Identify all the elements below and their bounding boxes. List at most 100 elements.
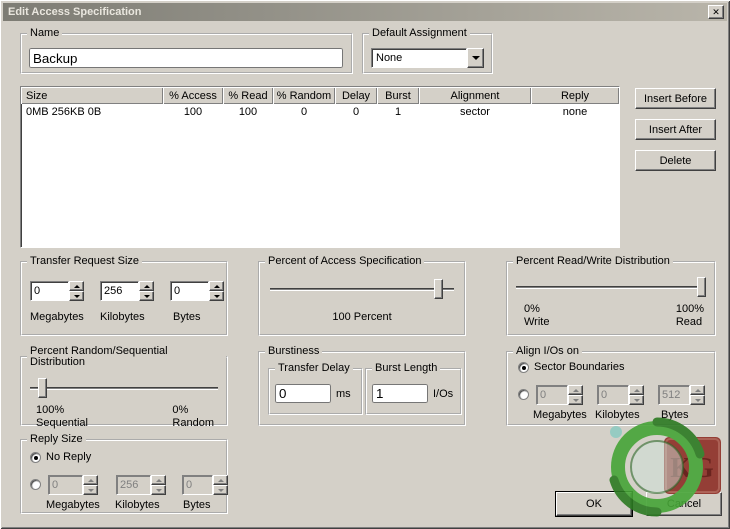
row-reply: none xyxy=(531,106,619,118)
name-group-label: Name xyxy=(27,28,62,39)
trs-kilobytes-spinner[interactable] xyxy=(100,281,154,301)
arrow-up-icon xyxy=(634,389,640,392)
spin-up-button xyxy=(568,385,583,395)
random-sequential-group: Percent Random/Sequential Distribution 1… xyxy=(20,346,228,426)
radio-button-icon[interactable] xyxy=(30,452,41,463)
read-write-left-label: 0%Write xyxy=(524,303,549,329)
arrow-up-icon xyxy=(156,479,162,482)
column-header-reply: Reply xyxy=(531,87,619,104)
spin-down-button[interactable] xyxy=(69,291,84,301)
spin-up-button[interactable] xyxy=(209,281,224,291)
slider-track[interactable] xyxy=(516,286,706,288)
reply-size-label: Reply Size xyxy=(27,434,86,445)
burst-length-group: Burst Length I/Os xyxy=(365,363,462,415)
align-megabytes-label: Megabytes xyxy=(533,409,587,421)
sector-boundaries-option[interactable]: Sector Boundaries xyxy=(518,361,625,373)
insert-after-button[interactable]: Insert After xyxy=(635,119,716,140)
trs-megabytes-input[interactable] xyxy=(30,281,69,301)
spin-up-button xyxy=(690,385,705,395)
access-spec-list[interactable]: Size % Access % Read % Random Delay Burs… xyxy=(20,86,620,248)
spin-up-button[interactable] xyxy=(69,281,84,291)
reply-bytes-input xyxy=(182,475,213,495)
burst-length-input[interactable] xyxy=(372,384,428,403)
spin-up-button xyxy=(629,385,644,395)
arrow-up-icon xyxy=(695,389,701,392)
read-write-slider[interactable] xyxy=(516,277,706,297)
arrow-down-icon xyxy=(695,399,701,402)
percent-access-slider[interactable] xyxy=(270,279,454,299)
spin-down-button xyxy=(151,485,166,495)
random-sequential-slider[interactable] xyxy=(30,378,218,398)
align-ios-label: Align I/Os on xyxy=(513,346,582,357)
transfer-request-size-label: Transfer Request Size xyxy=(27,256,142,267)
trs-bytes-input[interactable] xyxy=(170,281,209,301)
column-header-alignment: Alignment xyxy=(419,87,531,104)
random-sequential-right-label: 0%Random xyxy=(172,404,214,430)
no-reply-option[interactable]: No Reply xyxy=(30,451,91,463)
cancel-button[interactable]: Cancel xyxy=(646,492,722,516)
random-sequential-left-label: 100%Sequential xyxy=(36,404,88,430)
close-button[interactable]: ✕ xyxy=(708,5,724,19)
arrow-down-icon xyxy=(573,399,579,402)
arrow-up-icon xyxy=(74,285,80,288)
titlebar[interactable]: Edit Access Specification ✕ xyxy=(3,3,727,21)
row-alignment: sector xyxy=(419,106,531,118)
edit-access-specification-dialog: Edit Access Specification ✕ Name Default… xyxy=(0,0,730,529)
trs-kilobytes-label: Kilobytes xyxy=(100,311,145,323)
ok-button[interactable]: OK xyxy=(556,492,632,516)
percent-access-label: Percent of Access Specification xyxy=(265,256,424,267)
trs-bytes-spinner[interactable] xyxy=(170,281,224,301)
align-ios-group: Align I/Os on Sector Boundaries Megabyte… xyxy=(506,346,716,426)
slider-track[interactable] xyxy=(30,387,218,389)
burstiness-group: Burstiness Transfer Delay ms Burst Lengt… xyxy=(258,346,466,426)
trs-kilobytes-input[interactable] xyxy=(100,281,139,301)
spin-up-button xyxy=(213,475,228,485)
reply-megabytes-label: Megabytes xyxy=(46,499,100,511)
transfer-delay-input[interactable] xyxy=(275,384,331,403)
radio-button-icon[interactable] xyxy=(30,479,41,490)
percent-access-value: 100 Percent xyxy=(260,311,464,323)
spin-down-button[interactable] xyxy=(209,291,224,301)
align-megabytes-spinner xyxy=(536,385,583,405)
dropdown-button[interactable] xyxy=(467,48,484,68)
slider-track[interactable] xyxy=(270,288,454,290)
align-megabytes-input xyxy=(536,385,568,405)
name-input[interactable] xyxy=(29,48,343,68)
default-assignment-dropdown[interactable]: None xyxy=(371,48,484,68)
radio-button-icon[interactable] xyxy=(518,362,529,373)
slider-thumb[interactable] xyxy=(434,279,443,299)
arrow-up-icon xyxy=(88,479,94,482)
align-kilobytes-label: Kilobytes xyxy=(595,409,640,421)
slider-thumb[interactable] xyxy=(38,378,47,398)
watermark-text: KG xyxy=(670,453,714,484)
arrow-down-icon xyxy=(634,399,640,402)
arrow-up-icon xyxy=(218,479,224,482)
radio-button-icon[interactable] xyxy=(518,389,529,400)
column-header-access: % Access xyxy=(163,87,223,104)
column-header-read: % Read xyxy=(223,87,273,104)
row-size: 0MB 256KB 0B xyxy=(21,106,163,118)
percent-access-group: Percent of Access Specification 100 Perc… xyxy=(258,256,466,336)
custom-reply-option[interactable] xyxy=(30,479,41,490)
arrow-down-icon xyxy=(144,295,150,298)
delete-button[interactable]: Delete xyxy=(635,150,716,171)
trs-megabytes-spinner[interactable] xyxy=(30,281,84,301)
name-group: Name xyxy=(20,28,353,74)
insert-before-button[interactable]: Insert Before xyxy=(635,88,716,109)
reply-kilobytes-input xyxy=(116,475,151,495)
slider-thumb[interactable] xyxy=(697,277,706,297)
align-bytes-spinner xyxy=(658,385,705,405)
spin-down-button xyxy=(213,485,228,495)
custom-align-option[interactable] xyxy=(518,389,529,400)
spin-down-button[interactable] xyxy=(139,291,154,301)
table-row[interactable]: 0MB 256KB 0B 100 100 0 0 1 sector none xyxy=(21,104,619,120)
read-write-right-label: 100%Read xyxy=(676,303,704,329)
reply-megabytes-input xyxy=(48,475,83,495)
spin-down-button xyxy=(629,395,644,405)
row-read: 100 xyxy=(223,106,273,118)
align-bytes-input xyxy=(658,385,690,405)
column-header-delay: Delay xyxy=(335,87,377,104)
burst-length-unit: I/Os xyxy=(433,388,453,400)
spin-up-button[interactable] xyxy=(139,281,154,291)
spin-down-button xyxy=(83,485,98,495)
